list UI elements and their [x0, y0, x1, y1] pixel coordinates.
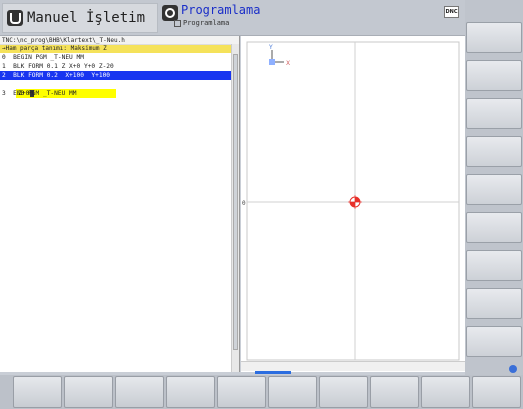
- workpiece-frame: [246, 41, 460, 361]
- softkey-bottom-6[interactable]: [268, 376, 317, 408]
- program-line[interactable]: 0 BEGIN PGM _T-NEU MM: [0, 53, 239, 62]
- softkey-bottom-8[interactable]: [370, 376, 419, 408]
- softkey-right-4[interactable]: [466, 136, 522, 167]
- softkey-bottom-10[interactable]: [472, 376, 521, 408]
- softkey-right-3[interactable]: [466, 98, 522, 129]
- graphics-canvas: Y X 0 0: [242, 41, 460, 371]
- softkey-bottom-9[interactable]: [421, 376, 470, 408]
- manual-mode-label: Manuel İşletim: [27, 10, 146, 26]
- triad-origin: [269, 59, 275, 65]
- programming-mode-tab[interactable]: Programlama Programlama: [162, 3, 462, 33]
- softkey-right-5[interactable]: [466, 174, 522, 205]
- graphics-scroll-indicator[interactable]: [255, 371, 291, 374]
- input-hint: →Ham parça tanımı: Maksimum Z: [0, 45, 239, 53]
- softkey-bottom-7[interactable]: [319, 376, 368, 408]
- program-line[interactable]: 1 BLK FORM 0.1 Z X+0 Y+0 Z-20: [0, 62, 239, 71]
- programming-mode-label: Programlama: [181, 3, 261, 17]
- softkey-bottom-3[interactable]: [115, 376, 164, 408]
- program-line-selected[interactable]: 2 BLK FORM 0.2 X+100 Y+100: [0, 71, 239, 80]
- workpiece-origin-marker: [348, 195, 362, 209]
- left-ruler-label: 0: [242, 200, 246, 207]
- graphics-scrollbar[interactable]: [241, 361, 465, 371]
- softkey-right-2[interactable]: [466, 60, 522, 91]
- program-editor[interactable]: TNC:\nc_prog\BHB\Klartext\_T-Neu.h →Ham …: [0, 36, 240, 372]
- scrollbar-thumb[interactable]: [233, 54, 238, 350]
- horizontal-softkey-bar: [0, 375, 523, 409]
- softkey-bottom-1[interactable]: [13, 376, 62, 408]
- editor-scrollbar[interactable]: [231, 44, 239, 372]
- softkey-bottom-4[interactable]: [166, 376, 215, 408]
- dnc-badge: DNC: [444, 6, 459, 18]
- program-path: TNC:\nc_prog\BHB\Klartext\_T-Neu.h: [0, 36, 239, 45]
- submode-icon: [174, 19, 181, 27]
- header-bar: Manuel İşletim Programlama Programlama D…: [0, 0, 523, 36]
- program-line[interactable]: 3 END PGM _T-NEU MM: [0, 89, 239, 98]
- triad-y-label: Y: [268, 44, 273, 51]
- softkey-page-indicator[interactable]: [509, 365, 517, 373]
- softkey-right-7[interactable]: [466, 250, 522, 281]
- graphics-view[interactable]: Y X 0 0: [241, 36, 465, 374]
- manual-mode-tab[interactable]: Manuel İşletim: [2, 3, 158, 33]
- programming-submode-label: Programlama: [183, 19, 230, 27]
- value-input-row[interactable]: Z+0: [0, 80, 239, 98]
- softkey-right-6[interactable]: [466, 212, 522, 243]
- softkey-right-8[interactable]: [466, 288, 522, 319]
- programming-submode: Programlama: [174, 19, 229, 27]
- vertical-softkey-bar: [465, 0, 523, 375]
- triad-x-label: X: [286, 60, 290, 67]
- hand-icon: [7, 10, 23, 26]
- softkey-bottom-2[interactable]: [64, 376, 113, 408]
- softkey-bottom-5[interactable]: [217, 376, 266, 408]
- softkey-right-1[interactable]: [466, 22, 522, 53]
- softkey-right-9[interactable]: [466, 326, 522, 357]
